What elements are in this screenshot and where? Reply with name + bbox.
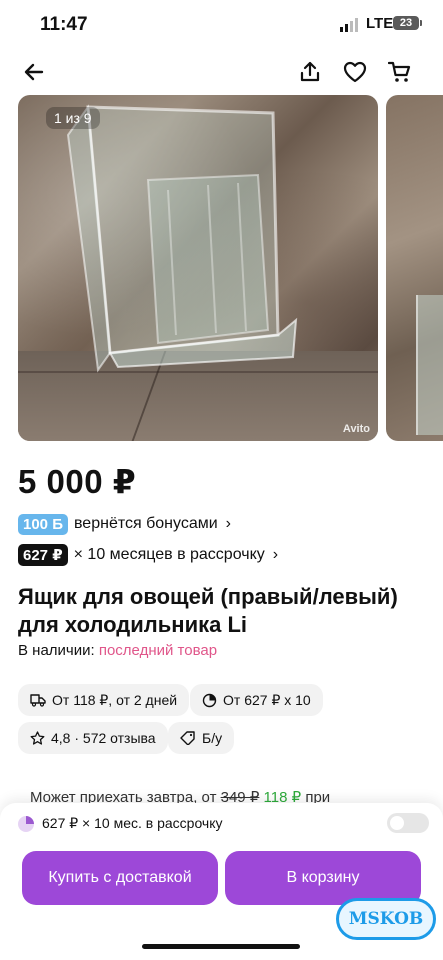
top-nav bbox=[0, 50, 443, 94]
truck-icon bbox=[30, 694, 46, 707]
product-title: Ящик для овощей (правый/левый) для холод… bbox=[18, 584, 398, 637]
stock-label: В наличии: bbox=[18, 642, 95, 659]
bonus-link[interactable]: 100 Б вернётся бонусами › bbox=[18, 513, 231, 535]
photo-counter: 1 из 9 bbox=[46, 107, 100, 129]
heart-icon bbox=[343, 61, 367, 83]
share-button[interactable] bbox=[294, 56, 326, 88]
installment-pie-icon bbox=[18, 815, 34, 832]
star-icon bbox=[30, 730, 45, 745]
bonus-text: вернётся бонусами bbox=[73, 515, 218, 532]
arrow-left-icon bbox=[24, 63, 44, 81]
photo-gallery[interactable]: 1 из 9 Avito bbox=[0, 95, 443, 441]
chevron-right-icon: › bbox=[272, 546, 279, 563]
installment-toggle-row: 627 ₽ × 10 мес. в рассрочку bbox=[18, 815, 223, 832]
bonus-badge: 100 Б bbox=[18, 513, 68, 535]
sheet-installment-text: 627 ₽ × 10 мес. в рассрочку bbox=[42, 815, 223, 831]
installment-text: × 10 месяцев в рассрочку bbox=[73, 546, 265, 563]
installment-icon bbox=[202, 693, 217, 707]
drawer-image bbox=[66, 104, 298, 373]
delivery-chip[interactable]: От 118 ₽, от 2 дней bbox=[18, 684, 190, 716]
signal-icon bbox=[340, 18, 358, 32]
share-icon bbox=[300, 61, 320, 82]
delivery-chip-label: От 118 ₽, от 2 дней bbox=[52, 691, 178, 708]
home-indicator[interactable] bbox=[142, 944, 300, 949]
favorite-button[interactable] bbox=[339, 56, 371, 88]
stock-value: последний товар bbox=[98, 642, 218, 659]
rating-chip-label: 4,8 · 572 отзыва bbox=[51, 730, 156, 746]
condition-chip-label: Б/у bbox=[202, 730, 223, 746]
battery-icon: 23 bbox=[393, 16, 422, 30]
installment-toggle[interactable] bbox=[387, 813, 429, 833]
installment-chip[interactable]: От 627 ₽ х 10 bbox=[190, 684, 323, 716]
status-bar: 11:47 LTE 23 bbox=[0, 0, 443, 50]
installment-badge: 627 ₽ bbox=[18, 544, 68, 566]
condition-chip[interactable]: Б/у bbox=[168, 722, 235, 754]
stamp-text: MSKOB bbox=[336, 898, 436, 940]
status-time: 11:47 bbox=[40, 14, 88, 35]
next-photo-preview[interactable] bbox=[386, 95, 443, 441]
product-photo[interactable]: 1 из 9 Avito bbox=[18, 95, 378, 441]
chevron-right-icon: › bbox=[225, 515, 231, 532]
mskob-stamp: MSKOB bbox=[330, 888, 442, 952]
rating-chip[interactable]: 4,8 · 572 отзыва bbox=[18, 722, 168, 754]
tag-icon bbox=[180, 731, 195, 745]
cart-button[interactable] bbox=[384, 56, 416, 88]
installment-link[interactable]: 627 ₽ × 10 месяцев в рассрочку › bbox=[18, 543, 278, 567]
installment-chip-label: От 627 ₽ х 10 bbox=[223, 691, 311, 708]
buy-with-delivery-button[interactable]: Купить с доставкой bbox=[22, 851, 218, 905]
cart-icon bbox=[388, 61, 411, 82]
avito-watermark: Avito bbox=[342, 423, 370, 435]
back-button[interactable] bbox=[18, 56, 50, 88]
stock-status: В наличии: последний товар bbox=[18, 642, 217, 659]
product-price: 5 000 ₽ bbox=[18, 463, 137, 500]
network-label: LTE bbox=[366, 15, 394, 32]
